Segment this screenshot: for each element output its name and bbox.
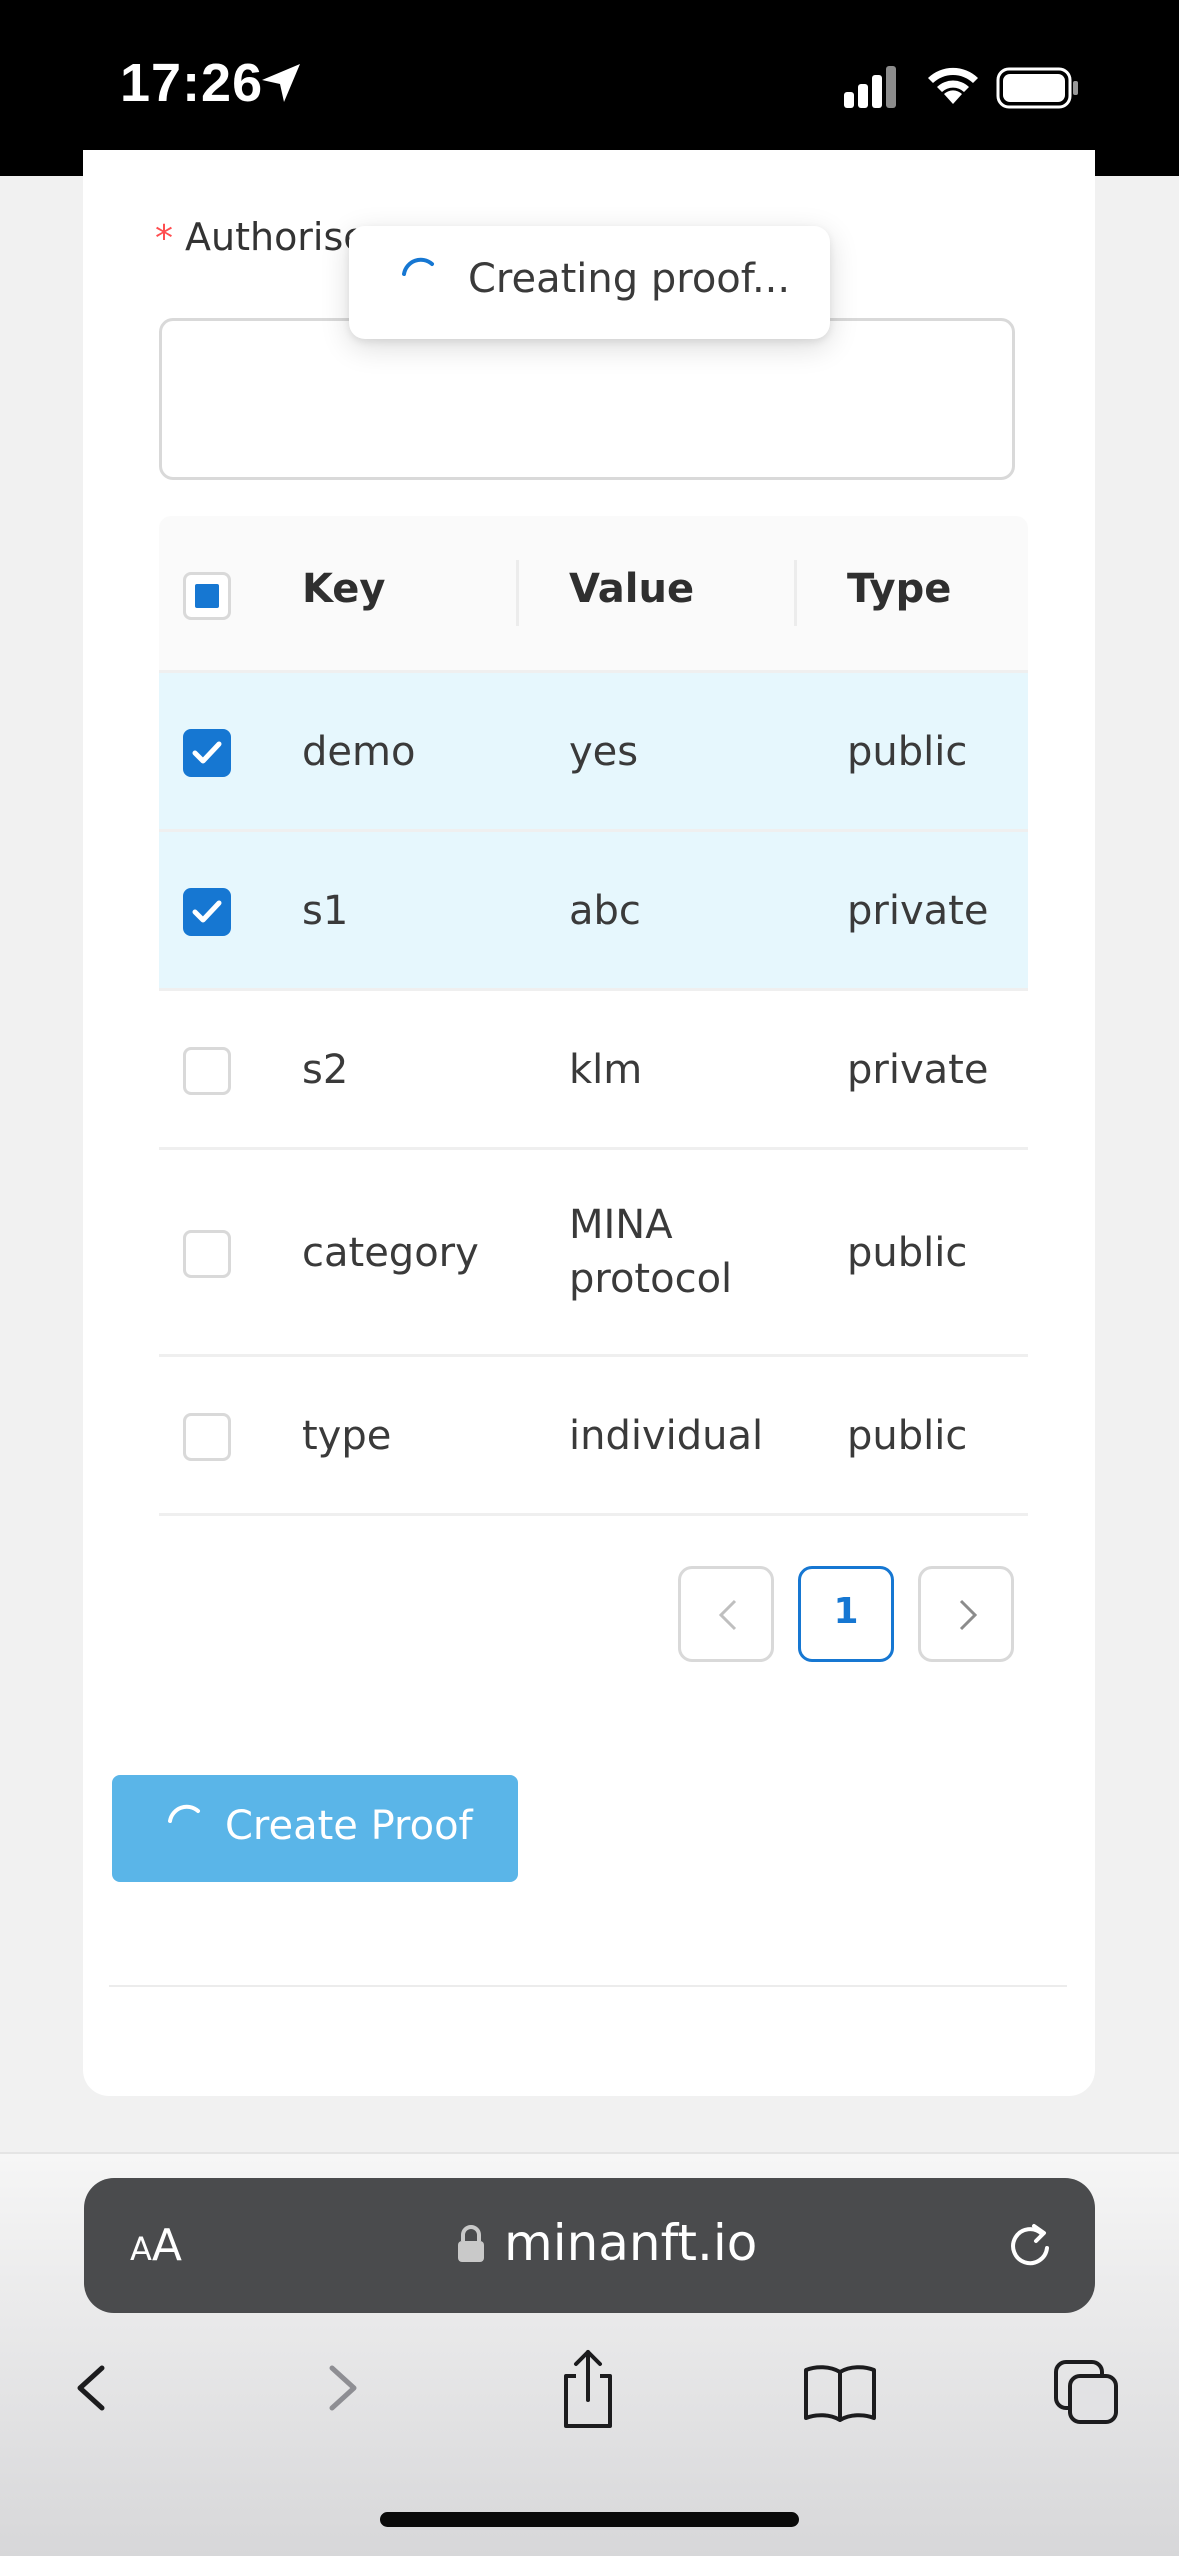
authorisation-label: * Authorise <box>155 215 367 259</box>
chevron-right-icon <box>959 1599 978 1631</box>
cell-type: private <box>847 888 989 934</box>
address-bar[interactable]: AA minanft.io <box>84 2178 1095 2313</box>
column-header-value: Value <box>569 566 695 612</box>
cell-value: individual <box>569 1413 764 1459</box>
lock-icon <box>458 2225 484 2262</box>
wifi-icon <box>928 67 978 104</box>
loading-spinner-icon <box>402 257 434 276</box>
table-row[interactable]: s1 abc private <box>159 832 1028 991</box>
cellular-signal-icon <box>844 66 896 108</box>
cell-type: public <box>847 1230 968 1276</box>
create-proof-label: Create Proof <box>225 1803 473 1849</box>
required-mark: * <box>155 218 173 259</box>
key-value-table: Key Value Type demo yes public s1 abc pr… <box>159 516 1028 1516</box>
column-header-type: Type <box>847 566 952 612</box>
table-row[interactable]: type individual public <box>159 1357 1028 1516</box>
text-size-small-a: A <box>130 2230 152 2268</box>
cell-key: s1 <box>302 888 349 934</box>
divider <box>109 1985 1067 1987</box>
loading-spinner-icon <box>168 1804 200 1823</box>
reload-icon[interactable] <box>1002 2218 1058 2274</box>
column-separator <box>516 560 519 626</box>
column-separator <box>794 560 797 626</box>
row-checkbox[interactable] <box>183 729 231 777</box>
select-all-checkbox[interactable] <box>183 572 231 620</box>
text-size-button[interactable]: AA <box>130 2220 182 2271</box>
cell-type: public <box>847 729 968 775</box>
home-indicator <box>380 2512 799 2527</box>
location-arrow-icon <box>262 64 300 102</box>
table-header: Key Value Type <box>159 516 1028 673</box>
row-checkbox[interactable] <box>183 1047 231 1095</box>
url-text: minanft.io <box>504 2214 758 2272</box>
page-number: 1 <box>833 1591 859 1632</box>
share-icon[interactable] <box>550 2340 626 2436</box>
cell-key: s2 <box>302 1047 349 1093</box>
cell-key: demo <box>302 729 416 775</box>
text-size-large-a: A <box>151 2220 182 2271</box>
status-time: 17:26 <box>120 53 264 113</box>
tabs-icon[interactable] <box>1050 2340 1126 2436</box>
cell-value-line: MINA <box>569 1202 673 1248</box>
authorisation-input[interactable] <box>159 318 1015 480</box>
column-header-key: Key <box>302 566 386 612</box>
cell-type: public <box>847 1413 968 1459</box>
cell-value: abc <box>569 888 641 934</box>
cell-value: MINA protocol <box>569 1198 732 1306</box>
table-row[interactable]: demo yes public <box>159 673 1028 832</box>
forward-icon[interactable] <box>312 2340 372 2436</box>
row-checkbox[interactable] <box>183 888 231 936</box>
battery-icon <box>996 67 1078 109</box>
row-checkbox[interactable] <box>183 1230 231 1278</box>
back-icon[interactable] <box>62 2340 122 2436</box>
checkmark-icon <box>192 741 222 764</box>
cell-type: private <box>847 1047 989 1093</box>
cell-key: category <box>302 1230 479 1276</box>
loading-toast: Creating proof... <box>349 226 830 339</box>
chevron-left-icon <box>718 1599 737 1631</box>
table-row[interactable]: category MINA protocol public <box>159 1150 1028 1357</box>
create-proof-button[interactable]: Create Proof <box>112 1775 518 1882</box>
bookmarks-icon[interactable] <box>800 2340 880 2436</box>
row-checkbox[interactable] <box>183 1413 231 1461</box>
checkmark-icon <box>192 900 222 923</box>
table-row[interactable]: s2 klm private <box>159 991 1028 1150</box>
cell-value: klm <box>569 1047 643 1093</box>
page-button-1[interactable]: 1 <box>798 1566 894 1662</box>
cell-value: yes <box>569 729 639 775</box>
authorisation-label-text: Authorise <box>185 215 367 259</box>
toast-message: Creating proof... <box>468 256 791 302</box>
cell-key: type <box>302 1413 392 1459</box>
next-page-button[interactable] <box>918 1566 1014 1662</box>
previous-page-button[interactable] <box>678 1566 774 1662</box>
cell-value-line: protocol <box>569 1256 733 1302</box>
